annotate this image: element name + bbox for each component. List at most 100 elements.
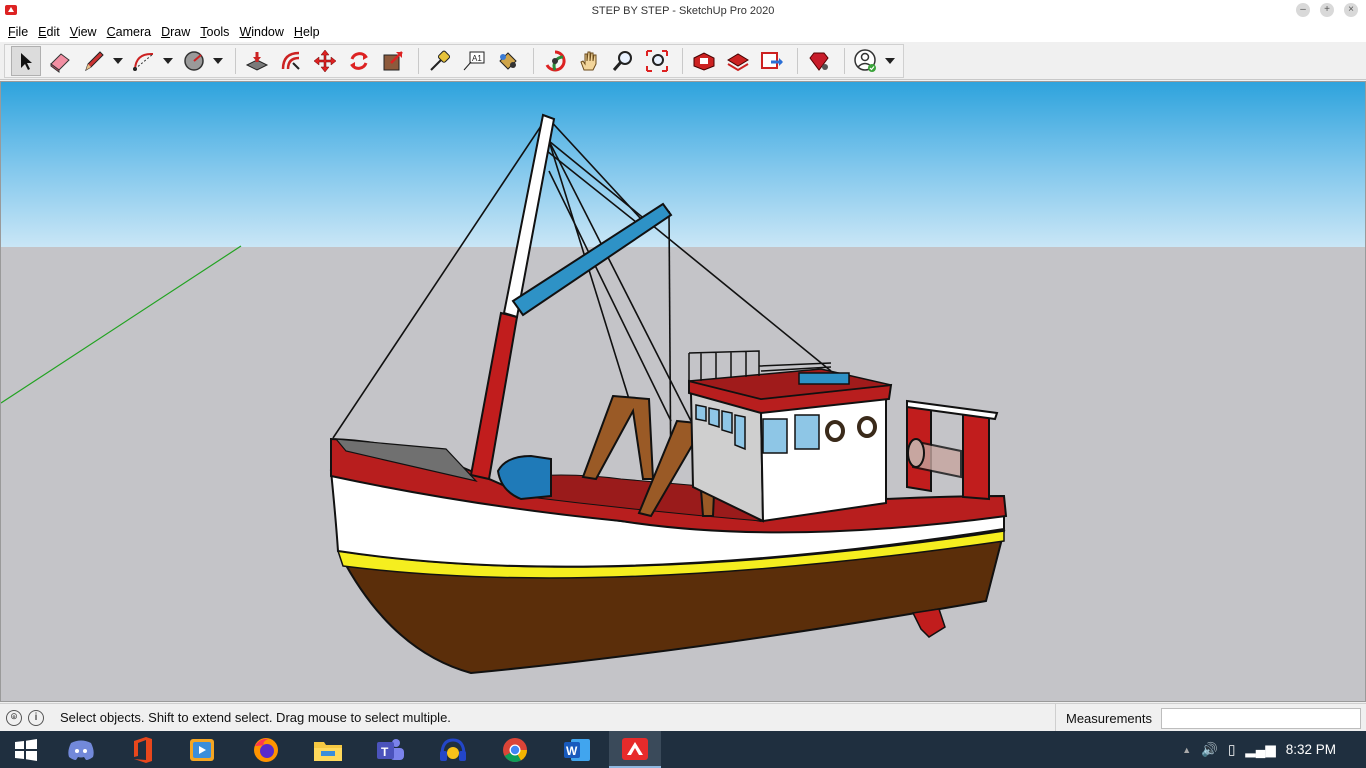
select-tool-button[interactable] <box>11 46 41 76</box>
arc-dropdown-arrow[interactable] <box>163 46 173 76</box>
menu-draw[interactable]: Draw <box>157 25 194 39</box>
roof-vent <box>798 372 850 385</box>
account-button[interactable] <box>851 46 881 76</box>
status-bar: ⌾ i Select objects. Shift to extend sele… <box>0 703 1366 732</box>
offset-tool-button[interactable] <box>276 46 306 76</box>
orbit-tool-icon <box>545 50 566 72</box>
move-tool-button[interactable] <box>310 46 340 76</box>
account-dropdown-arrow[interactable] <box>885 46 895 76</box>
firefox-button[interactable] <box>240 731 292 768</box>
green-axis-line <box>1 245 242 404</box>
windows-start-button[interactable] <box>0 731 52 768</box>
firefox-icon <box>254 737 278 762</box>
sketchup-icon <box>622 737 648 760</box>
rudder <box>911 608 946 638</box>
measurements-input[interactable] <box>1161 708 1361 729</box>
show-hidden-icons-icon[interactable]: ▲ <box>1182 745 1191 755</box>
pencil-dropdown-arrow[interactable] <box>113 46 123 76</box>
menu-edit[interactable]: Edit <box>34 25 64 39</box>
word-button[interactable]: W <box>551 731 603 768</box>
menu-help[interactable]: Help <box>290 25 324 39</box>
chrome-button[interactable] <box>489 731 541 768</box>
3d-warehouse-icon <box>693 52 715 71</box>
menu-camera[interactable]: Camera <box>103 25 155 39</box>
tape-measure-tool-button[interactable] <box>425 46 455 76</box>
headphones-app-icon <box>440 737 466 761</box>
arc-tool-button[interactable] <box>129 46 159 76</box>
chevron-down-icon <box>213 58 223 64</box>
system-tray: ▲ 🔊 ▯ ▂▄▆ 8:32 PM <box>1182 731 1366 768</box>
pan-tool-button[interactable] <box>574 46 604 76</box>
title-bar: STEP BY STEP - SketchUp Pro 2020 – + × <box>0 0 1366 22</box>
zoom-extents-tool-button[interactable] <box>642 46 672 76</box>
rotate-tool-icon <box>350 52 368 70</box>
volume-icon[interactable]: 🔊 <box>1201 742 1218 758</box>
toolbar-separator <box>235 48 236 74</box>
geo-location-icon[interactable]: ⌾ <box>6 709 22 726</box>
extension-warehouse-button[interactable] <box>723 46 753 76</box>
battery-icon[interactable]: ▯ <box>1228 742 1235 758</box>
menu-file[interactable]: File <box>4 25 32 39</box>
shape-dropdown-arrow[interactable] <box>213 46 223 76</box>
chrome-icon <box>503 737 527 762</box>
circle-shape-tool-icon <box>184 51 204 71</box>
chevron-down-icon <box>163 58 173 64</box>
eraser-tool-icon <box>50 53 70 73</box>
boom <box>511 202 673 317</box>
teams-button[interactable]: T <box>364 731 416 768</box>
maximize-button[interactable]: + <box>1320 3 1334 17</box>
clock[interactable]: 8:32 PM <box>1286 742 1336 757</box>
send-to-layout-button[interactable] <box>757 46 787 76</box>
toolbar-separator <box>844 48 845 74</box>
media-player-button[interactable] <box>176 731 228 768</box>
boat-model[interactable] <box>1 82 1366 702</box>
sketchup-app-icon <box>5 5 17 15</box>
svg-text:W: W <box>566 744 578 758</box>
svg-text:T: T <box>381 745 389 759</box>
menu-window[interactable]: Window <box>235 25 287 39</box>
tape-measure-tool-icon <box>430 50 451 71</box>
3d-warehouse-button[interactable] <box>689 46 719 76</box>
shape-tool-button[interactable] <box>179 46 209 76</box>
modeling-viewport[interactable] <box>0 81 1366 702</box>
word-icon: W <box>564 738 590 761</box>
headphones-app-button[interactable] <box>427 731 479 768</box>
text-tool-button[interactable]: A1 <box>459 46 489 76</box>
office-button[interactable] <box>117 731 169 768</box>
windows-taskbar: T W ▲ 🔊 ▯ ▂▄▆ 8:32 PM <box>0 731 1366 768</box>
scale-tool-icon <box>383 51 403 71</box>
account-icon <box>854 49 876 72</box>
push-pull-tool-icon <box>245 52 269 71</box>
file-explorer-button[interactable] <box>302 731 354 768</box>
select-tool-icon <box>21 53 32 70</box>
menu-view[interactable]: View <box>66 25 101 39</box>
toolbar-separator <box>533 48 534 74</box>
large-tool-set: A1 <box>4 44 904 78</box>
discord-button[interactable] <box>55 731 107 768</box>
paint-bucket-tool-button[interactable] <box>493 46 523 76</box>
text-tool-icon: A1 <box>463 51 485 71</box>
toolbar: A1 <box>0 42 1366 80</box>
extension-manager-icon <box>809 52 829 71</box>
orbit-tool-button[interactable] <box>540 46 570 76</box>
measurements-label: Measurements <box>1055 704 1152 732</box>
eraser-tool-button[interactable] <box>45 46 75 76</box>
rotate-tool-button[interactable] <box>344 46 374 76</box>
close-button[interactable]: × <box>1344 3 1358 17</box>
sketchup-taskbar-button[interactable] <box>609 731 661 768</box>
extension-manager-button[interactable] <box>804 46 834 76</box>
toolbar-separator <box>797 48 798 74</box>
push-pull-tool-button[interactable] <box>242 46 272 76</box>
network-signal-icon[interactable]: ▂▄▆ <box>1245 742 1275 758</box>
window-title: STEP BY STEP - SketchUp Pro 2020 <box>591 5 775 17</box>
pencil-tool-button[interactable] <box>79 46 109 76</box>
instructor-info-icon[interactable]: i <box>28 709 44 726</box>
scale-tool-button[interactable] <box>378 46 408 76</box>
menu-tools[interactable]: Tools <box>196 25 233 39</box>
minimize-button[interactable]: – <box>1296 3 1310 17</box>
zoom-tool-button[interactable] <box>608 46 638 76</box>
zoom-tool-icon <box>612 51 632 71</box>
pan-tool-icon <box>580 51 597 71</box>
status-message: Select objects. Shift to extend select. … <box>60 710 451 725</box>
discord-icon <box>68 740 94 760</box>
